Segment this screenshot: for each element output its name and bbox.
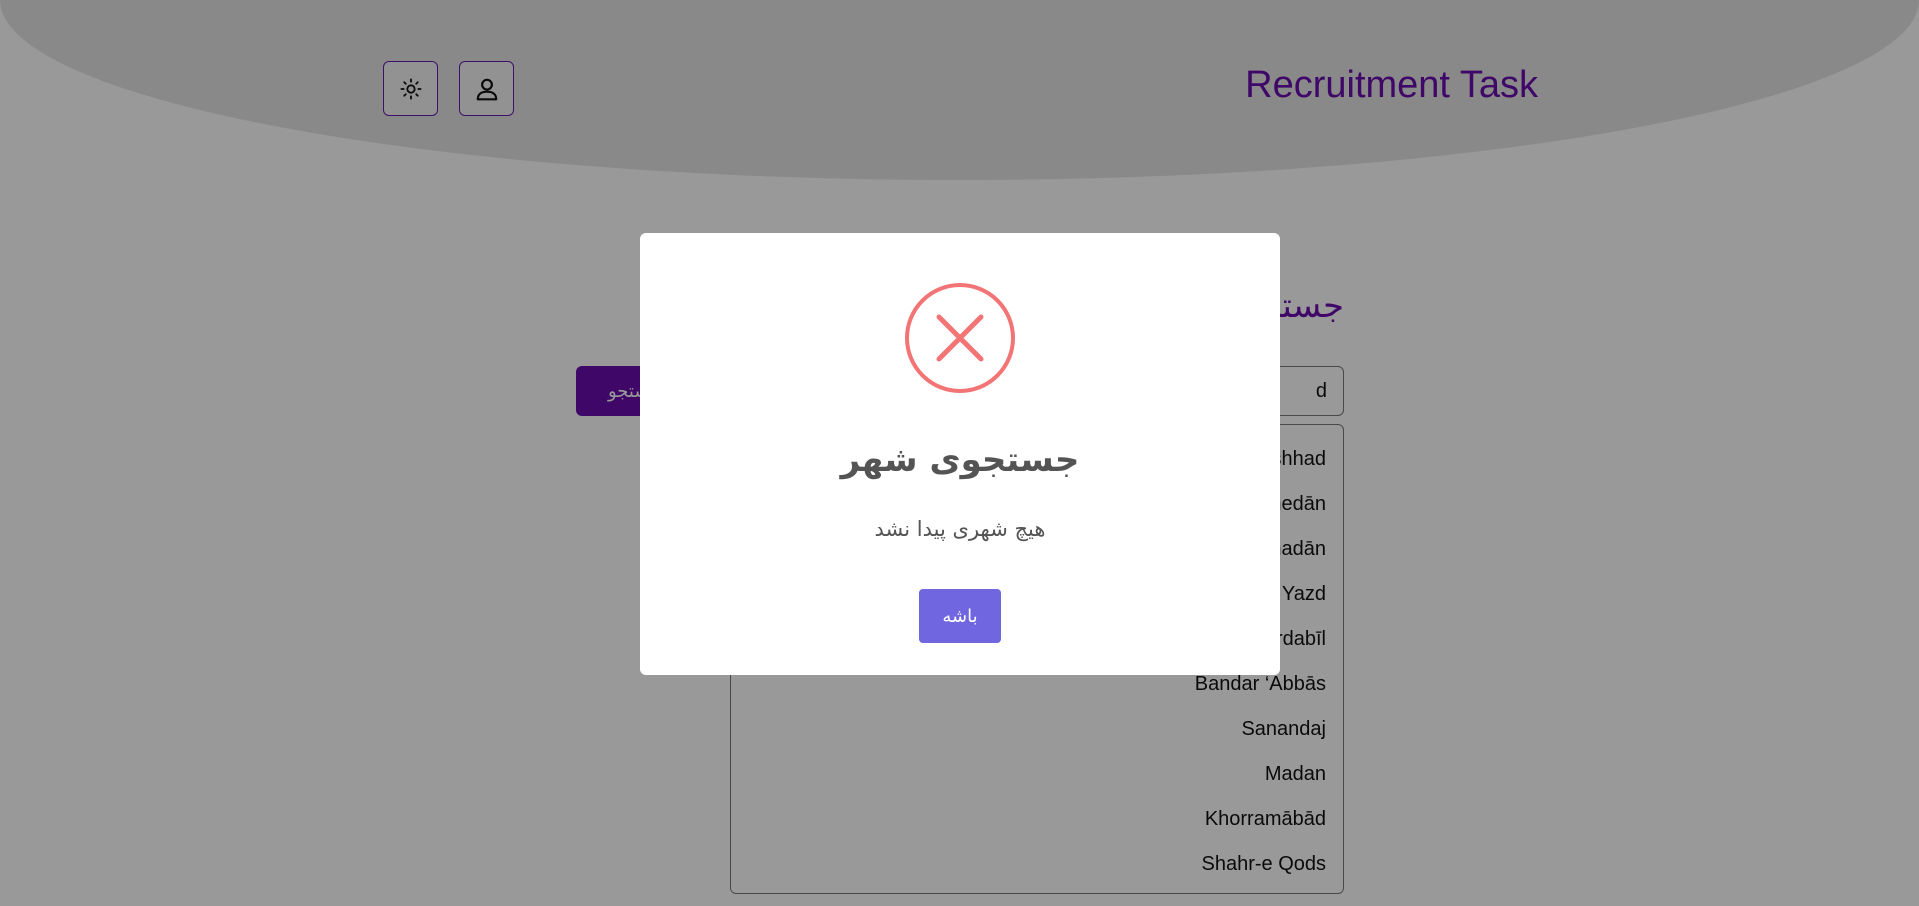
dialog-title: جستجوی شهر	[840, 440, 1080, 480]
alert-dialog: جستجوی شهر هیچ شهری پیدا نشد باشه	[640, 233, 1280, 675]
dialog-message: هیچ شهری پیدا نشد	[874, 517, 1046, 541]
ok-button[interactable]: باشه	[919, 589, 1001, 643]
error-x-icon	[905, 283, 1015, 393]
